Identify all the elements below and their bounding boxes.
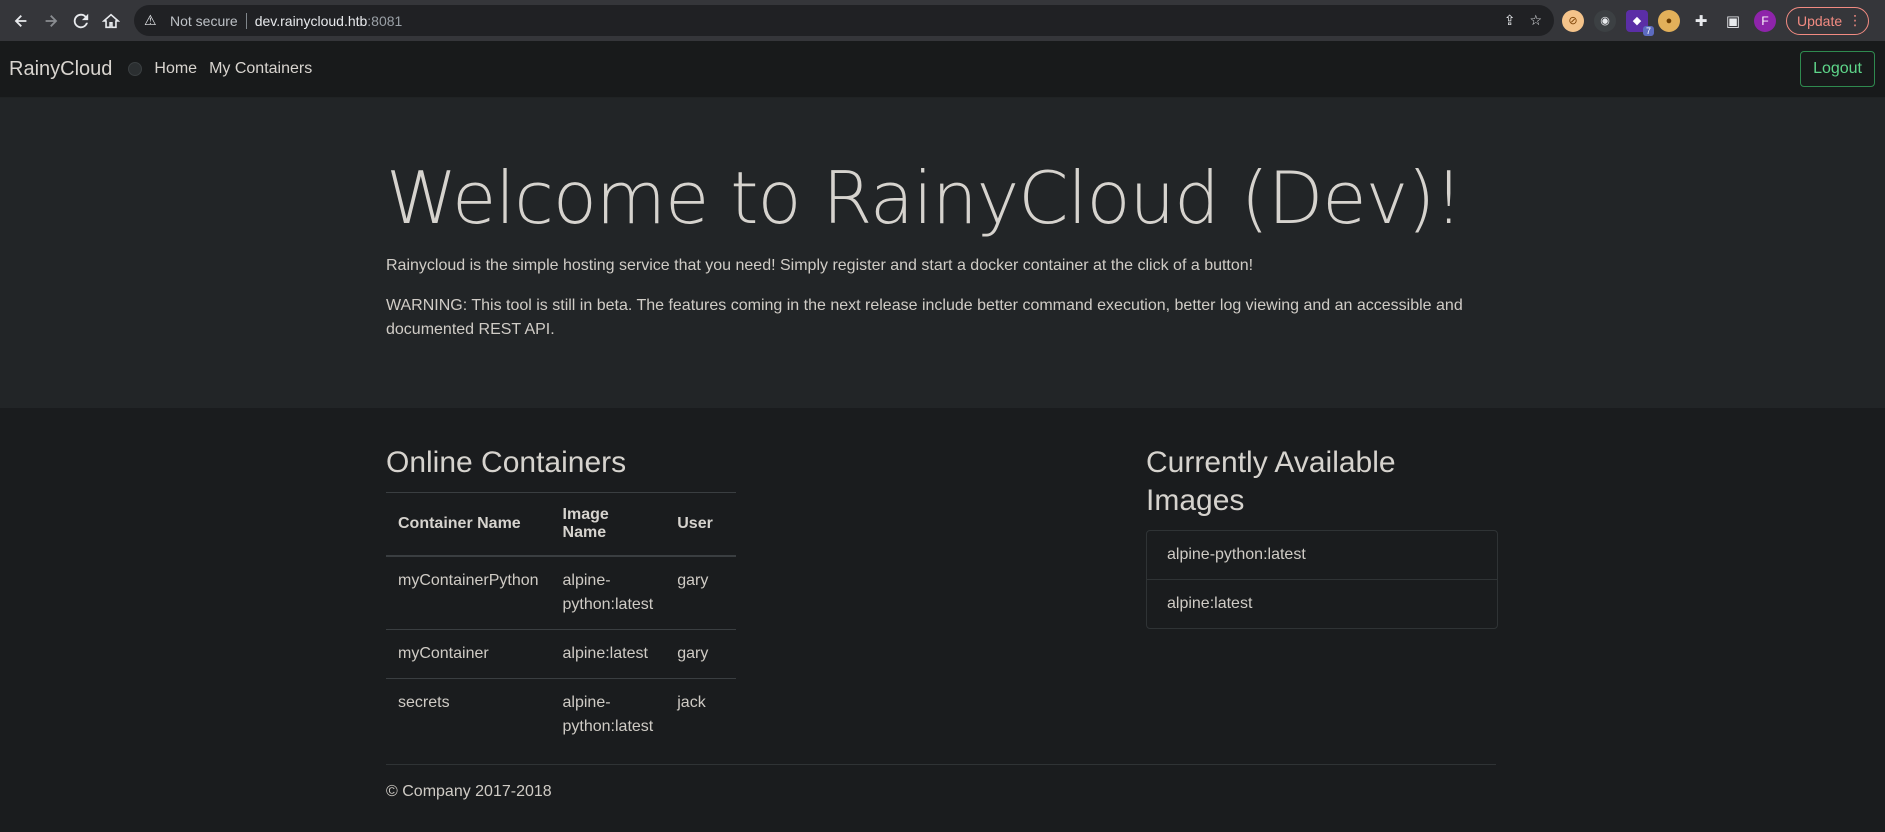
container-name-cell: myContainer bbox=[386, 629, 551, 679]
column-header: User bbox=[665, 492, 736, 557]
online-containers-panel: Online Containers Container Name Image N… bbox=[386, 444, 736, 751]
reload-icon[interactable] bbox=[66, 6, 96, 36]
image-name-cell: alpine-python:latest bbox=[550, 678, 666, 751]
puzzle-extensions-icon[interactable]: ✚ bbox=[1690, 10, 1712, 32]
home-icon[interactable] bbox=[96, 6, 126, 36]
user-cell: jack bbox=[665, 678, 736, 751]
user-cell: gary bbox=[665, 629, 736, 679]
table-row: secrets alpine-python:latest jack bbox=[386, 678, 736, 751]
extension-icon-2[interactable]: ◉ bbox=[1594, 9, 1616, 32]
extension-icon-1[interactable]: ⊘ bbox=[1562, 9, 1584, 32]
back-icon[interactable] bbox=[6, 6, 36, 36]
theme-toggle-icon[interactable] bbox=[128, 62, 143, 76]
images-heading: Currently Available Images bbox=[1146, 446, 1396, 517]
containers-heading: Online Containers bbox=[386, 446, 627, 479]
update-label: Update bbox=[1797, 12, 1843, 29]
table-row: myContainer alpine:latest gary bbox=[386, 629, 736, 679]
forward-icon[interactable] bbox=[36, 6, 66, 36]
hero-lead: Rainycloud is the simple hosting service… bbox=[386, 257, 1254, 274]
update-button[interactable]: Update ⋮ bbox=[1786, 6, 1870, 35]
url-text: dev.rainycloud.htb:8081 bbox=[255, 13, 403, 29]
extension-icon-3[interactable]: ◆ 7 bbox=[1626, 9, 1654, 36]
cookie-extension-icon[interactable]: ● bbox=[1658, 9, 1680, 32]
beta-warning: WARNING: This tool is still in beta. The… bbox=[386, 297, 1463, 338]
list-item: alpine-python:latest bbox=[1167, 546, 1306, 563]
logout-button[interactable]: Logout bbox=[1800, 51, 1875, 87]
url-port: :8081 bbox=[367, 12, 403, 29]
containers-table: Container Name Image Name User myContain… bbox=[386, 492, 736, 751]
extension-badge: 7 bbox=[1642, 25, 1654, 36]
list-item: alpine:latest bbox=[1147, 579, 1497, 628]
column-header: Container Name bbox=[386, 492, 551, 557]
table-row: myContainerPython alpine-python:latest g… bbox=[386, 556, 736, 630]
available-images-panel: Currently Available Images alpine-python… bbox=[1146, 444, 1498, 629]
hero-section: Welcome to RainyCloud (Dev)! Rainycloud … bbox=[0, 98, 1885, 408]
main-content: Online Containers Container Name Image N… bbox=[0, 408, 1885, 808]
warning-icon: ⚠ bbox=[144, 12, 157, 28]
profile-avatar[interactable]: F bbox=[1754, 9, 1776, 32]
side-panel-icon[interactable]: ▣ bbox=[1722, 10, 1744, 32]
copyright-text: © Company 2017-2018 bbox=[386, 783, 552, 800]
nav-link-my-containers[interactable]: My Containers bbox=[209, 60, 312, 78]
address-bar[interactable]: ⚠ Not secure dev.rainycloud.htb:8081 ⇪ ☆ bbox=[134, 5, 1554, 36]
column-header: Image Name bbox=[550, 492, 666, 557]
site-navbar: RainyCloud Home My Containers Logout bbox=[0, 41, 1885, 98]
extensions-bar: ⊘ ◉ ◆ 7 ● ✚ ▣ F Update ⋮ bbox=[1562, 6, 1870, 36]
url-host: dev.rainycloud.htb bbox=[254, 12, 368, 29]
page-footer: © Company 2017-2018 bbox=[386, 764, 1496, 801]
images-list: alpine-python:latest alpine:latest bbox=[1146, 530, 1498, 629]
image-name-cell: alpine:latest bbox=[550, 629, 666, 679]
table-header-row: Container Name Image Name User bbox=[386, 492, 736, 557]
omnibox-divider bbox=[245, 12, 247, 29]
browser-toolbar: ⚠ Not secure dev.rainycloud.htb:8081 ⇪ ☆… bbox=[0, 0, 1885, 41]
menu-dots-icon: ⋮ bbox=[1848, 12, 1863, 28]
nav-link-home[interactable]: Home bbox=[154, 60, 197, 78]
security-label: Not secure bbox=[170, 12, 238, 29]
user-cell: gary bbox=[677, 572, 709, 589]
container-name-cell: myContainerPython bbox=[398, 572, 539, 589]
star-icon[interactable]: ☆ bbox=[1529, 12, 1542, 29]
container-name-cell: secrets bbox=[386, 678, 551, 751]
page-title: Welcome to RainyCloud (Dev)! bbox=[386, 156, 1463, 240]
image-name-cell: alpine-python:latest bbox=[562, 572, 654, 613]
brand-logo[interactable]: RainyCloud bbox=[9, 58, 112, 81]
share-icon[interactable]: ⇪ bbox=[1504, 12, 1516, 29]
